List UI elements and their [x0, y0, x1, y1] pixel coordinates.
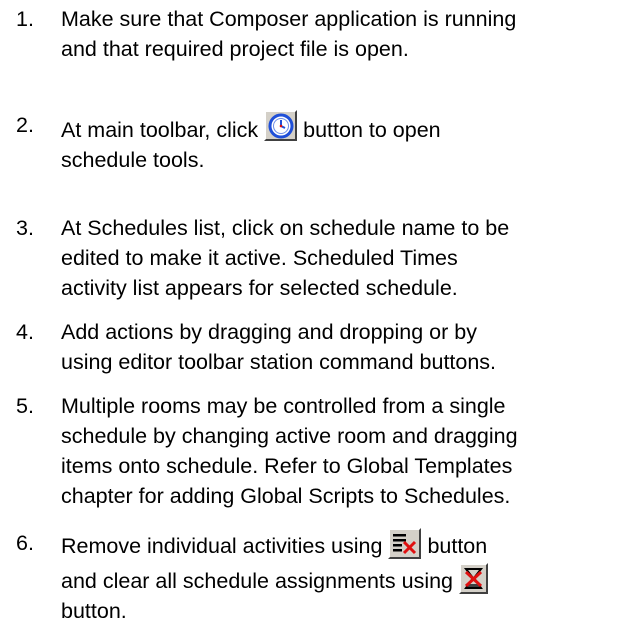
step-text: At main toolbar, click button to open sc… [61, 110, 621, 175]
step-line: At Schedules list, click on schedule nam… [61, 216, 510, 240]
step-line: Multiple rooms may be controlled from a … [61, 394, 506, 418]
step-text: Make sure that Composer application is r… [61, 4, 621, 64]
step-line: Add actions by dragging and dropping or … [61, 320, 477, 344]
remove-activity-icon [388, 528, 422, 559]
step-text-fragment: At main toolbar, click [61, 118, 259, 142]
step-number: 6. [16, 531, 34, 555]
step-line: button. [61, 599, 127, 623]
step-text: Multiple rooms may be controlled from a … [61, 391, 621, 511]
step-text-fragment: Remove individual activities using [61, 534, 383, 558]
step-line: and clear all schedule assignments using [61, 563, 621, 596]
step-line: At main toolbar, click button to open [61, 110, 621, 145]
step-line: edited to make it active. Scheduled Time… [61, 246, 458, 270]
step-text: At Schedules list, click on schedule nam… [61, 213, 621, 303]
step-line: schedule by changing active room and dra… [61, 424, 518, 448]
step-text-fragment: button to open [303, 118, 441, 142]
step-text: Remove individual activities using butto… [61, 528, 621, 626]
schedule-clock-icon [264, 110, 298, 141]
step-line: Make sure that Composer application is r… [61, 7, 517, 31]
step-number: 2. [16, 113, 34, 137]
step-number: 4. [16, 320, 34, 344]
step-line: Remove individual activities using butto… [61, 528, 621, 561]
step-text-fragment: button [427, 534, 488, 558]
step-text-fragment: and clear all schedule assignments using [61, 569, 454, 593]
step-line: schedule tools. [61, 148, 205, 172]
step-number: 3. [16, 216, 34, 240]
step-line: and that required project file is open. [61, 37, 409, 61]
step-line: chapter for adding Global Scripts to Sch… [61, 484, 511, 508]
step-number: 5. [16, 394, 34, 418]
step-number: 1. [16, 7, 34, 31]
step-line: activity list appears for selected sched… [61, 276, 458, 300]
step-line: using editor toolbar station command but… [61, 350, 497, 374]
step-text: Add actions by dragging and dropping or … [61, 317, 621, 377]
clear-schedule-icon [459, 563, 488, 594]
step-line: items onto schedule. Refer to Global Tem… [61, 454, 513, 478]
